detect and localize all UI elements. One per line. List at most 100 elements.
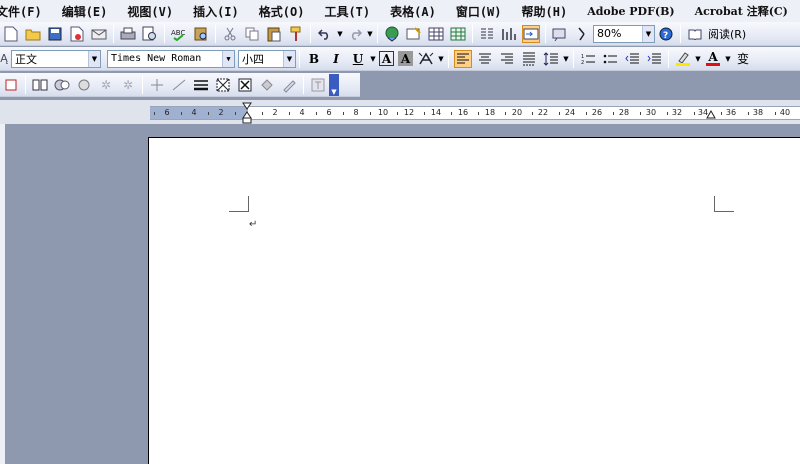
shape-fill-icon[interactable]: [75, 76, 93, 94]
ruler-tick: [478, 112, 479, 115]
character-scaling-icon[interactable]: [417, 50, 435, 68]
redo-dropdown-arrow[interactable]: ▼: [366, 30, 374, 38]
separator: [25, 75, 26, 94]
zoom-select[interactable]: 80% ▼: [593, 24, 655, 43]
menu-table[interactable]: 表格(A): [390, 3, 436, 20]
styles-pane-icon[interactable]: Ą: [0, 50, 8, 68]
copy-icon[interactable]: [243, 25, 261, 43]
menu-format[interactable]: 格式(O): [259, 3, 305, 20]
open-folder-icon[interactable]: [24, 25, 42, 43]
spelling-icon[interactable]: ABC: [170, 25, 188, 43]
menu-edit[interactable]: 编辑(E): [62, 3, 108, 20]
character-shading-button[interactable]: A: [398, 51, 413, 66]
separator: [164, 24, 165, 43]
italic-button[interactable]: I: [327, 50, 345, 68]
show-hide-icon[interactable]: [551, 25, 569, 43]
eraser-icon[interactable]: [280, 76, 298, 94]
ruler-label: 24: [564, 108, 576, 117]
save-icon[interactable]: [46, 25, 64, 43]
menu-file[interactable]: 文件(F): [0, 3, 42, 20]
highlight-dropdown-arrow[interactable]: ▼: [694, 55, 702, 63]
bold-button[interactable]: B: [305, 50, 323, 68]
bullets-icon[interactable]: [601, 50, 619, 68]
font-color-swatch: [706, 63, 720, 66]
columns-icon[interactable]: [478, 25, 496, 43]
ruler-tick: [316, 112, 317, 115]
text-direction-icon[interactable]: [309, 76, 327, 94]
underline-dropdown-arrow[interactable]: ▼: [369, 55, 377, 63]
hyperlink-icon[interactable]: [383, 25, 401, 43]
format-painter-icon[interactable]: [287, 25, 305, 43]
separator: [310, 24, 311, 43]
scaling-dropdown-arrow[interactable]: ▼: [437, 55, 445, 63]
document-map-icon[interactable]: [522, 24, 540, 43]
redo-icon[interactable]: [346, 25, 364, 43]
menu-help[interactable]: 帮助(H): [522, 3, 568, 20]
insert-table-icon[interactable]: [427, 25, 445, 43]
separator: [545, 24, 546, 43]
separator: [113, 24, 114, 43]
underline-button[interactable]: U: [349, 50, 367, 68]
menu-acrobat-comments[interactable]: Acrobat 注释(C): [695, 3, 788, 19]
font-color-dropdown-arrow[interactable]: ▼: [724, 55, 732, 63]
line-style-icon[interactable]: [170, 76, 188, 94]
paste-icon[interactable]: [265, 25, 283, 43]
help-icon[interactable]: ?: [657, 25, 675, 43]
paint-bucket-icon[interactable]: [258, 76, 276, 94]
numbering-icon[interactable]: 12: [579, 50, 597, 68]
undo-icon[interactable]: [316, 25, 334, 43]
distributed-align-icon[interactable]: [520, 50, 538, 68]
shading-icon[interactable]: [236, 76, 254, 94]
separator: [448, 49, 449, 68]
line-spacing-dropdown-arrow[interactable]: ▼: [562, 55, 570, 63]
ruler-row: 6 4 2 2 4 6 8 10 12 14 16 18 20 22 24 26…: [0, 100, 800, 124]
undo-dropdown-arrow[interactable]: ▼: [336, 30, 344, 38]
print-preview-icon[interactable]: [141, 25, 159, 43]
read-mode-icon[interactable]: [686, 25, 704, 43]
print-icon[interactable]: [119, 25, 137, 43]
menu-tools[interactable]: 工具(T): [324, 3, 370, 20]
align-center-icon[interactable]: [476, 50, 494, 68]
menu-window[interactable]: 窗口(W): [456, 3, 502, 20]
toolbar-options-chevron[interactable]: ▼: [329, 73, 339, 96]
font-select[interactable]: Times New Roman ▼: [107, 49, 235, 68]
read-mode-button[interactable]: 阅读(R): [706, 26, 748, 42]
indent-marker-icon[interactable]: [242, 102, 252, 124]
svg-text:2: 2: [581, 60, 584, 65]
line-weight-icon[interactable]: [192, 76, 210, 94]
character-border-button[interactable]: A: [379, 51, 394, 66]
merge-cells-icon[interactable]: [31, 76, 49, 94]
increase-indent-icon[interactable]: [645, 50, 663, 68]
split-cells-icon[interactable]: [53, 76, 71, 94]
drawing-icon[interactable]: [500, 25, 518, 43]
document-page[interactable]: ↵: [148, 137, 800, 464]
paragraph-mark-icon[interactable]: [573, 25, 591, 43]
ruler-tick: [424, 112, 425, 115]
email-icon[interactable]: [90, 25, 108, 43]
insert-excel-icon[interactable]: [449, 25, 467, 43]
menu-insert[interactable]: 插入(I): [193, 3, 239, 20]
borders-icon[interactable]: [214, 76, 232, 94]
tables-borders-icon[interactable]: [405, 25, 423, 43]
right-indent-marker-icon[interactable]: [706, 109, 716, 119]
insert-column-icon[interactable]: [148, 76, 166, 94]
align-left-icon[interactable]: [454, 49, 472, 68]
phonetic-guide-button[interactable]: 变: [734, 50, 752, 68]
menu-view[interactable]: 视图(V): [127, 3, 173, 20]
permission-icon[interactable]: [68, 25, 86, 43]
chevron-down-icon: ▼: [283, 50, 295, 67]
line-spacing-icon[interactable]: [542, 50, 560, 68]
decrease-indent-icon[interactable]: [623, 50, 641, 68]
highlight-icon[interactable]: [674, 50, 692, 68]
ruler-tick: [694, 112, 695, 115]
font-color-button[interactable]: A: [704, 50, 722, 68]
cut-icon[interactable]: [221, 25, 239, 43]
align-right-icon[interactable]: [498, 50, 516, 68]
new-document-icon[interactable]: [2, 25, 20, 43]
style-select[interactable]: 正文 ▼: [11, 49, 101, 68]
research-icon[interactable]: [192, 25, 210, 43]
pencil-table-icon[interactable]: [2, 76, 20, 94]
font-size-select[interactable]: 小四 ▼: [238, 49, 296, 68]
ruler-tick: [505, 112, 506, 115]
menu-adobe-pdf[interactable]: Adobe PDF(B): [587, 5, 674, 18]
